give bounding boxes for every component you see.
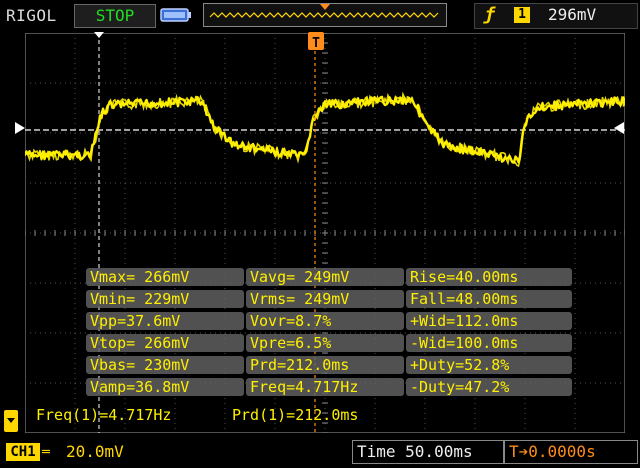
meas-vtop: Vtop= 266mV xyxy=(86,334,244,352)
meas-vovr: Vovr=8.7% xyxy=(246,312,404,330)
svg-text:T: T xyxy=(312,36,320,51)
meas-vmax: Vmax= 266mV xyxy=(86,268,244,286)
brand-logo: RIGOL xyxy=(6,6,57,25)
meas-vavg: Vavg= 249mV xyxy=(246,268,404,286)
cursor-marker-icon xyxy=(94,32,104,38)
trigger-level-value: 296mV xyxy=(548,5,597,24)
measurement-row: Vmin= 229mV Vrms= 249mV Fall=48.00ms xyxy=(86,288,572,310)
ch1-ground-marker-icon xyxy=(4,410,18,432)
measurement-row: Vmax= 266mV Vavg= 249mV Rise=40.00ms xyxy=(86,266,572,288)
meas-neg-duty: -Duty=47.2% xyxy=(406,378,572,396)
run-stop-button[interactable]: STOP xyxy=(74,4,156,28)
rising-edge-icon: ƒ xyxy=(484,4,495,25)
memory-trigger-icon xyxy=(320,4,330,10)
meas-vmin: Vmin= 229mV xyxy=(86,290,244,308)
meas-vpre: Vpre=6.5% xyxy=(246,334,404,352)
trigger-source-badge: 1 xyxy=(514,7,530,23)
freq-readout: Freq(1)=4.717Hz xyxy=(36,406,172,424)
measurement-row: Vamp=36.8mV Freq=4.717Hz -Duty=47.2% xyxy=(86,376,572,398)
meas-vrms: Vrms= 249mV xyxy=(246,290,404,308)
meas-period: Prd=212.0ms xyxy=(246,356,404,374)
measurement-row: Vpp=37.6mV Vovr=8.7% +Wid=112.0ms xyxy=(86,310,572,332)
timebase-readout[interactable]: Time 50.00ms xyxy=(352,440,504,464)
meas-pos-width: +Wid=112.0ms xyxy=(406,312,572,330)
ch1-scale-value[interactable]: 20.0mV xyxy=(66,442,124,461)
period-readout: Prd(1)=212.0ms xyxy=(232,406,359,424)
ch1-label-button[interactable]: CH1 xyxy=(6,443,40,461)
trigger-offset-icon: T➔ xyxy=(509,442,529,461)
trigger-offset-readout[interactable]: T➔0.0000s xyxy=(504,440,638,464)
measurement-row: Vbas= 230mV Prd=212.0ms +Duty=52.8% xyxy=(86,354,572,376)
meas-rise: Rise=40.00ms xyxy=(406,268,572,286)
meas-fall: Fall=48.00ms xyxy=(406,290,572,308)
trigger-level-arrow-right-icon xyxy=(614,122,624,134)
meas-pos-duty: +Duty=52.8% xyxy=(406,356,572,374)
markers-layer: T xyxy=(94,32,324,51)
memory-waveform-icon xyxy=(209,4,439,18)
meas-vpp: Vpp=37.6mV xyxy=(86,312,244,330)
memory-window-indicator[interactable] xyxy=(203,3,447,27)
trigger-offset-value: 0.0000s xyxy=(528,442,596,461)
measurement-table: Vmax= 266mV Vavg= 249mV Rise=40.00ms Vmi… xyxy=(86,266,572,398)
trigger-level-arrow-icon xyxy=(15,122,25,134)
meas-neg-width: -Wid=100.0ms xyxy=(406,334,572,352)
meas-freq: Freq=4.717Hz xyxy=(246,378,404,396)
dc-coupling-icon: ═ xyxy=(42,445,50,460)
meas-vbas: Vbas= 230mV xyxy=(86,356,244,374)
measurement-row: Vtop= 266mV Vpre=6.5% -Wid=100.0ms xyxy=(86,332,572,354)
battery-icon xyxy=(160,8,191,22)
meas-vamp: Vamp=36.8mV xyxy=(86,378,244,396)
